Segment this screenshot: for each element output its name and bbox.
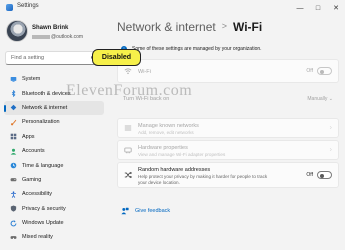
random-hardware-addresses-card: Random hardware addresses Help protect y… [117,162,339,188]
hardware-properties-title: Hardware properties [138,145,188,151]
apps-icon [10,133,17,140]
sidebar-item-label: Accessibility [22,191,52,198]
random-mac-toggle-state: Off [306,172,313,178]
globe-clock-icon [10,162,17,169]
wifi-toggle-state: Off [306,68,313,74]
managed-info-text: Some of these settings are managed by yo… [132,46,262,52]
sidebar-item-personalization[interactable]: Personalization [4,115,104,129]
wifi-icon [124,67,132,75]
chevron-right-icon: › [329,124,332,132]
maximize-button[interactable]: □ [309,0,327,16]
user-email-suffix: @outlook.com [51,34,84,40]
sidebar-item-windows-update[interactable]: Windows Update [4,216,104,230]
brush-icon [10,119,17,126]
sidebar-item-label: Accounts [22,148,45,155]
headset-icon [10,234,17,241]
page-title: Wi-Fi [232,20,263,34]
monitor-icon [10,76,17,83]
wifi-toggle-card: Wi-Fi Off [117,59,339,83]
disabled-badge: Disabled [92,49,141,66]
adapter-icon [124,146,132,154]
chevron-right-icon: › [329,146,332,154]
sidebar-item-mixed-reality[interactable]: Mixed reality [4,230,104,244]
chevron-down-icon: ⌄ [328,96,333,102]
sidebar-item-accessibility[interactable]: Accessibility [4,187,104,201]
random-mac-toggle[interactable] [317,171,332,179]
sidebar-item-privacy-security[interactable]: Privacy & security [4,202,104,216]
manage-networks-title: Manage known networks [138,123,199,129]
close-button[interactable]: ✕ [327,0,345,16]
list-icon [124,124,132,132]
avatar[interactable] [6,20,28,42]
accessibility-icon [10,191,17,198]
give-feedback-link[interactable]: Give feedback [117,207,170,215]
user-email: @outlook.com [32,34,83,40]
minimize-button[interactable]: — [291,0,309,16]
managed-info-bar: i Some of these settings are managed by … [117,43,339,55]
feedback-icon [121,207,129,215]
sidebar-item-label: Time & language [22,162,64,169]
update-icon [10,219,17,227]
sidebar-item-label: Privacy & security [22,205,66,212]
random-mac-title: Random hardware addresses [138,167,211,173]
settings-window: Settings — □ ✕ Shawn Brink @outlook.com … [0,0,345,250]
search-placeholder: Find a setting [11,55,45,61]
manage-known-networks-card[interactable]: Manage known networks Add, remove, edit … [117,118,339,138]
manage-networks-subtitle: Add, remove, edit networks [138,130,194,135]
bluetooth-icon [10,90,17,98]
sidebar-item-label: System [22,76,41,83]
breadcrumb: Network & internet > Wi-Fi [117,20,262,34]
sidebar-item-label: Network & internet [22,104,68,111]
random-mac-subtitle-line1: Help protect your privacy by making it h… [138,174,268,179]
sidebar-item-label: Personalization [22,119,60,126]
sidebar-item-gaming[interactable]: Gaming [4,173,104,187]
shield-icon [10,205,17,212]
watermark: ElevenForum.com [66,82,193,99]
wifi-diamond-icon [10,104,17,111]
sidebar-item-apps[interactable]: Apps [4,130,104,144]
sidebar-item-label: Apps [22,133,35,140]
sidebar-item-accounts[interactable]: Accounts [4,144,104,158]
redacted-email-prefix [32,34,50,39]
search-input[interactable]: Find a setting [5,51,103,65]
title-bar: Settings — □ ✕ [0,0,345,16]
controller-icon [10,176,17,183]
wifi-label: Wi-Fi [138,69,151,75]
sidebar-item-network[interactable]: Network & internet [4,100,104,116]
person-icon [10,148,17,155]
sidebar-item-label: Windows Update [22,220,64,227]
hardware-properties-card[interactable]: Hardware properties View and manage Wi-F… [117,140,339,160]
breadcrumb-parent[interactable]: Network & internet [117,20,216,34]
main-content: Network & internet > Wi-Fi i Some of these… [110,16,345,250]
turn-wifi-back-on-value: Manually [307,96,328,102]
window-title: Settings [17,3,39,9]
give-feedback-label: Give feedback [135,208,171,214]
sidebar-item-label: Mixed reality [22,234,53,241]
sidebar-item-time-language[interactable]: Time & language [4,158,104,172]
window-controls: — □ ✕ [291,0,345,16]
wifi-toggle[interactable] [317,67,332,75]
sidebar-item-label: Gaming [22,176,42,183]
random-mac-subtitle-line2: your device location. [138,180,180,185]
hardware-properties-subtitle: View and manage Wi-Fi adapter properties [138,152,226,157]
turn-wifi-back-on-select[interactable]: Manually ⌄ [307,96,333,102]
user-name: Shawn Brink [32,25,69,31]
breadcrumb-separator: > [221,21,227,31]
settings-app-icon [6,4,13,11]
shuffle-icon [124,171,132,179]
sidebar-item-label: Bluetooth & devices [22,90,71,97]
